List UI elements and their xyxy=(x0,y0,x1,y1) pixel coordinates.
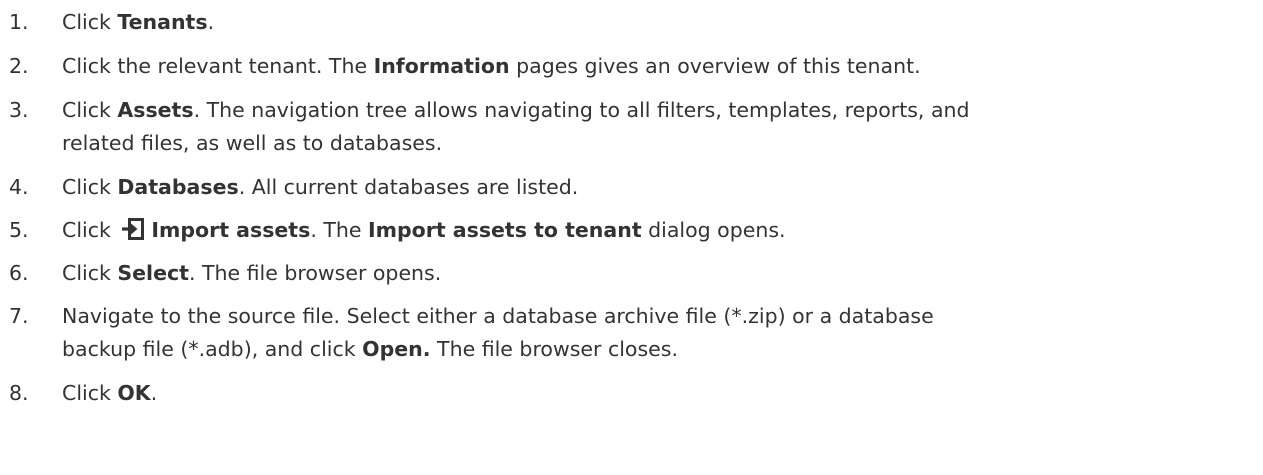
import-icon xyxy=(122,218,145,240)
step-text-part: . The navigation tree allows navigating … xyxy=(193,98,970,122)
step-number: 4. xyxy=(9,175,29,199)
step-text-part: Click xyxy=(62,261,118,285)
ui-term-tenants: Tenants xyxy=(117,10,208,34)
ui-term-information: Information xyxy=(373,54,510,78)
step-text-part: . The file browser opens. xyxy=(188,261,442,285)
step-text: Click Databases. All current databases a… xyxy=(62,171,1242,204)
step-number: 5. xyxy=(9,218,29,242)
step-number: 1. xyxy=(9,10,29,34)
ui-term-import-assets-dialog: Import assets to tenant xyxy=(368,218,642,242)
step-number: 2. xyxy=(9,54,29,78)
step-text-part: . xyxy=(207,10,215,34)
ui-term-ok: OK xyxy=(117,381,151,405)
step-text: Click Tenants. xyxy=(62,6,1242,39)
step-text: Click the relevant tenant. The Informati… xyxy=(62,50,1242,83)
step-text-part: . All current databases are listed. xyxy=(238,175,579,199)
step-number: 7. xyxy=(9,304,29,328)
step-text-continuation: related files, as well as to databases. xyxy=(62,131,443,155)
step-text-part: Click the relevant tenant. The xyxy=(62,54,374,78)
step-text-part: Click xyxy=(62,175,118,199)
step-text-part: dialog opens. xyxy=(641,218,786,242)
ui-term-select: Select xyxy=(117,261,189,285)
ui-term-import-assets: Import assets xyxy=(151,218,311,242)
step-number: 3. xyxy=(9,98,29,122)
step-text-part: Navigate to the source file. Select eith… xyxy=(62,304,934,328)
ui-term-open: Open. xyxy=(362,337,431,361)
step-text-part: Click xyxy=(62,381,118,405)
step-text-part: Click xyxy=(62,10,118,34)
step-text: Click Assets. The navigation tree allows… xyxy=(62,94,1242,160)
ui-term-assets: Assets xyxy=(117,98,194,122)
step-number: 6. xyxy=(9,261,29,285)
step-text: Click Import assets. The Import assets t… xyxy=(62,214,1242,247)
step-text: Navigate to the source file. Select eith… xyxy=(62,300,1242,366)
step-text-part: Click xyxy=(62,218,118,242)
step-text-part: pages gives an overview of this tenant. xyxy=(509,54,921,78)
step-text-part: . xyxy=(150,381,158,405)
step-text: Click Select. The file browser opens. xyxy=(62,257,1242,290)
step-text: Click OK. xyxy=(62,377,1242,410)
step-text-part: . The xyxy=(310,218,368,242)
step-text-continuation: backup file (*.adb), and click xyxy=(62,337,363,361)
step-number: 8. xyxy=(9,381,29,405)
step-text-part: Click xyxy=(62,98,118,122)
ui-term-databases: Databases xyxy=(117,175,239,199)
step-text-part: The file browser closes. xyxy=(430,337,678,361)
